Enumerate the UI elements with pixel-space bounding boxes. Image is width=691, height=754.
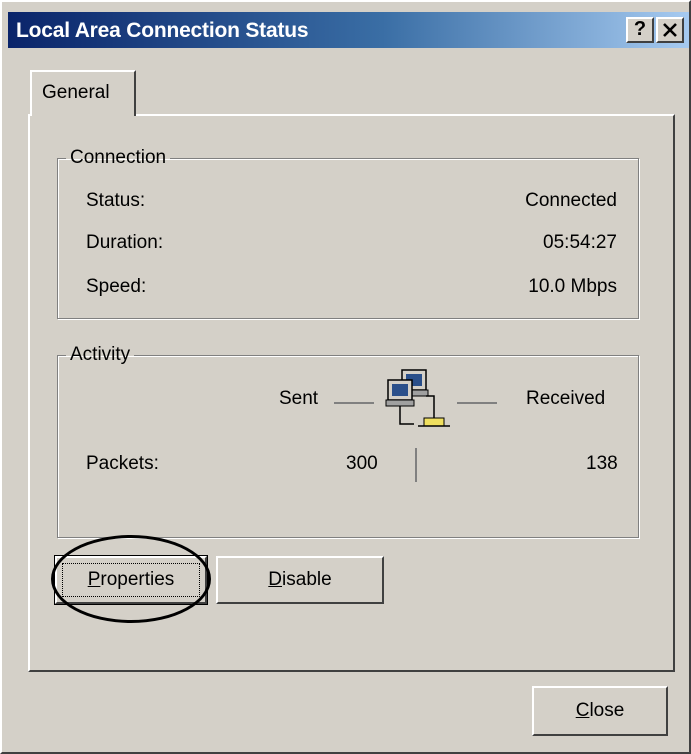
- focus-rect: [62, 563, 200, 597]
- close-button[interactable]: Close: [532, 686, 668, 736]
- speed-value: 10.0 Mbps: [528, 276, 617, 297]
- status-dialog: Local Area Connection Status ? General C…: [0, 0, 691, 754]
- close-icon: [663, 23, 677, 37]
- activity-legend: Activity: [70, 344, 131, 365]
- received-label: Received: [526, 388, 606, 409]
- network-computers-icon: [385, 369, 450, 427]
- packets-received-value: 138: [586, 453, 618, 474]
- window-title: Local Area Connection Status: [16, 19, 309, 42]
- packets-sent-value: 300: [346, 453, 378, 474]
- duration-value: 05:54:27: [543, 232, 617, 253]
- disable-button[interactable]: Disable: [216, 556, 384, 604]
- disable-rest: isable: [282, 569, 332, 590]
- speed-label: Speed:: [86, 276, 147, 297]
- connection-legend: Connection: [70, 147, 167, 168]
- activity-group: Activity: [57, 344, 639, 538]
- packets-label: Packets:: [86, 453, 159, 474]
- close-rest: lose: [589, 700, 625, 721]
- status-value: Connected: [525, 190, 617, 211]
- properties-button[interactable]: Properties: [54, 555, 208, 605]
- sent-label: Sent: [279, 388, 319, 409]
- tab-general-label: General: [42, 82, 110, 103]
- close-accel: C: [575, 700, 590, 721]
- disable-accel: D: [268, 569, 283, 590]
- close-window-button[interactable]: [656, 17, 684, 43]
- received-line: [457, 402, 497, 404]
- duration-label: Duration:: [86, 232, 164, 253]
- status-label: Status:: [86, 190, 146, 211]
- help-button[interactable]: ?: [626, 17, 654, 43]
- title-bar[interactable]: Local Area Connection Status ?: [8, 12, 689, 48]
- activity-divider: [415, 448, 417, 482]
- sent-line: [334, 402, 374, 404]
- tab-general[interactable]: General: [30, 70, 136, 116]
